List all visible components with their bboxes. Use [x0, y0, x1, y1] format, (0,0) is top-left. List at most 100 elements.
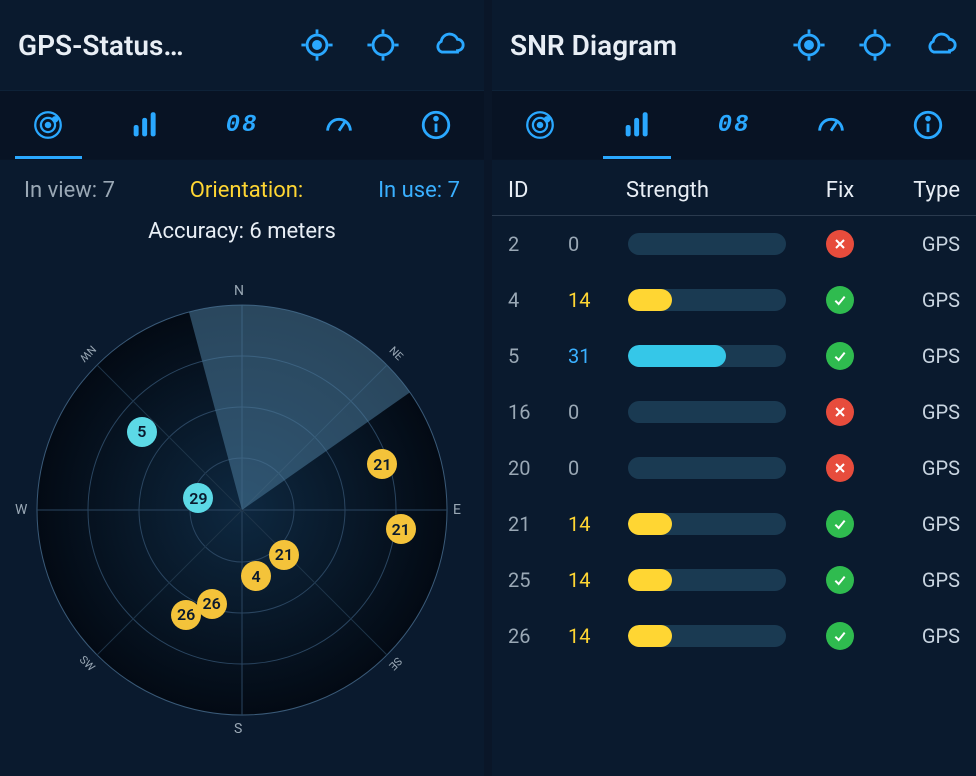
header: SNR Diagram — [492, 0, 976, 90]
tab-info[interactable] — [387, 91, 484, 159]
table-row: 2614 GPS — [492, 608, 976, 664]
cell-type: GPS — [880, 568, 960, 592]
page-title: SNR Diagram — [510, 29, 792, 62]
pane-gps-status: GPS-Status… 08 In view: 7 Orientation: I… — [0, 0, 484, 776]
tab-radar[interactable] — [0, 91, 97, 159]
cross-icon — [826, 454, 854, 482]
table-row: 20 GPS — [492, 216, 976, 272]
header: GPS-Status… — [0, 0, 484, 90]
cell-fix — [800, 454, 880, 482]
check-icon — [826, 342, 854, 370]
accuracy-label: Accuracy: 6 meters — [0, 219, 484, 244]
compass-n: N — [234, 283, 244, 299]
cell-fix — [800, 622, 880, 650]
cell-strength-value: 0 — [568, 232, 614, 256]
locate-icon[interactable] — [300, 28, 334, 62]
cell-type: GPS — [880, 344, 960, 368]
compass-w: W — [15, 502, 27, 518]
header-actions — [300, 28, 466, 62]
strength-bar — [628, 289, 786, 311]
cell-id: 25 — [508, 568, 568, 592]
table-row: 160 GPS — [492, 384, 976, 440]
tab-digital[interactable]: 08 — [194, 91, 291, 159]
strength-bar — [628, 457, 786, 479]
check-icon — [826, 286, 854, 314]
table-row: 200 GPS — [492, 440, 976, 496]
table-row: 2114 GPS — [492, 496, 976, 552]
satellite-dot: 21 — [269, 540, 299, 570]
table-row: 414 GPS — [492, 272, 976, 328]
table-row: 2514 GPS — [492, 552, 976, 608]
strength-bar — [628, 401, 786, 423]
cell-type: GPS — [880, 232, 960, 256]
col-id: ID — [508, 178, 568, 203]
satellite-dot: 26 — [171, 600, 201, 630]
cross-icon — [826, 398, 854, 426]
cell-fix — [800, 286, 880, 314]
tab-digital[interactable]: 08 — [686, 91, 783, 159]
cloud-icon[interactable] — [432, 28, 466, 62]
strength-bar — [628, 233, 786, 255]
pane-snr-diagram: SNR Diagram 08 ID Strength Fix Type 20GP… — [492, 0, 976, 776]
tab-info[interactable] — [879, 91, 976, 159]
cell-fix — [800, 566, 880, 594]
cell-id: 5 — [508, 344, 568, 368]
status-row: In view: 7 Orientation: In use: 7 — [0, 160, 484, 213]
cell-fix — [800, 510, 880, 538]
satellite-dot: 21 — [386, 514, 416, 544]
satellite-dot: 26 — [197, 589, 227, 619]
cell-strength-value: 14 — [568, 568, 614, 592]
target-icon[interactable] — [366, 28, 400, 62]
cell-type: GPS — [880, 288, 960, 312]
orientation-label: Orientation: — [190, 178, 304, 203]
cell-strength-value: 0 — [568, 456, 614, 480]
cell-strength-value: 14 — [568, 624, 614, 648]
cell-fix — [800, 398, 880, 426]
cell-type: GPS — [880, 512, 960, 536]
tabbar: 08 — [492, 90, 976, 160]
cross-icon — [826, 230, 854, 258]
cell-strength-value: 31 — [568, 344, 614, 368]
col-fix: Fix — [800, 178, 880, 203]
compass-e: E — [453, 502, 461, 518]
cell-type: GPS — [880, 400, 960, 424]
col-type: Type — [880, 178, 960, 203]
cell-id: 16 — [508, 400, 568, 424]
cell-type: GPS — [880, 456, 960, 480]
cell-id: 2 — [508, 232, 568, 256]
cloud-icon[interactable] — [924, 28, 958, 62]
tabbar: 08 — [0, 90, 484, 160]
cell-type: GPS — [880, 624, 960, 648]
tab-radar[interactable] — [492, 91, 589, 159]
cell-fix — [800, 230, 880, 258]
locate-icon[interactable] — [792, 28, 826, 62]
cell-id: 26 — [508, 624, 568, 648]
col-strength: Strength — [568, 178, 800, 203]
tab-gauge[interactable] — [782, 91, 879, 159]
strength-bar — [628, 345, 786, 367]
cell-id: 20 — [508, 456, 568, 480]
check-icon — [826, 622, 854, 650]
check-icon — [826, 566, 854, 594]
table-row: 531 GPS — [492, 328, 976, 384]
tab-bars[interactable] — [97, 91, 194, 159]
table-header: ID Strength Fix Type — [492, 160, 976, 216]
in-use-label: In use: 7 — [378, 178, 460, 203]
radar-display: NNEESESSWWNW52921212142626 — [0, 244, 484, 776]
target-icon[interactable] — [858, 28, 892, 62]
tab-bars[interactable] — [589, 91, 686, 159]
header-actions — [792, 28, 958, 62]
satellite-dot: 5 — [127, 417, 157, 447]
strength-bar — [628, 625, 786, 647]
strength-bar — [628, 569, 786, 591]
tab-gauge[interactable] — [290, 91, 387, 159]
cell-id: 4 — [508, 288, 568, 312]
check-icon — [826, 510, 854, 538]
cell-strength-value: 14 — [568, 288, 614, 312]
table-body: 20GPS414GPS531GPS160GPS200GPS2114GPS2514… — [492, 216, 976, 776]
cell-id: 21 — [508, 512, 568, 536]
strength-bar — [628, 513, 786, 535]
page-title: GPS-Status… — [18, 29, 300, 62]
cell-strength-value: 0 — [568, 400, 614, 424]
cell-strength-value: 14 — [568, 512, 614, 536]
